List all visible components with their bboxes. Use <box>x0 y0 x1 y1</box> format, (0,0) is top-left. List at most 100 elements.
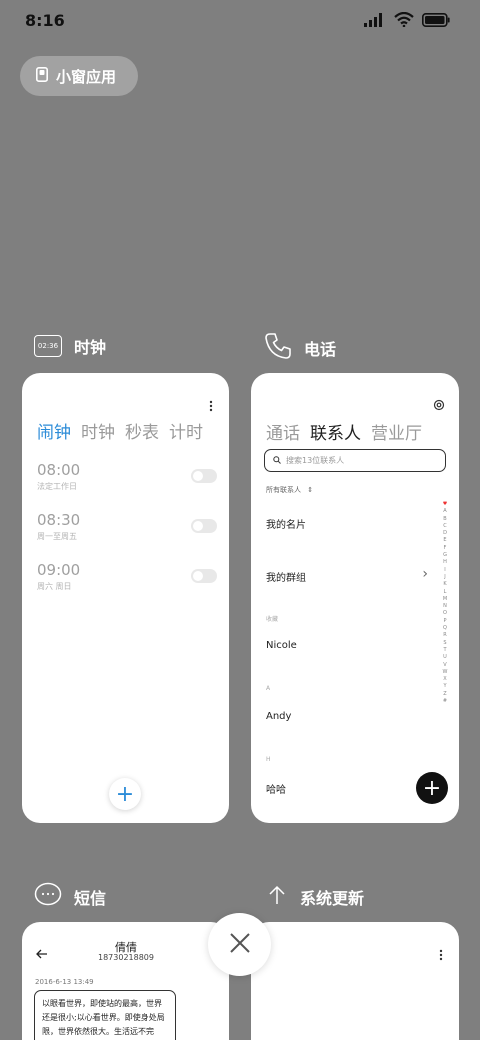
alphabet-index-letter[interactable]: U <box>441 654 449 661</box>
signal-icon <box>364 12 386 31</box>
alphabet-index-letter[interactable]: V <box>441 662 449 669</box>
filter-label: 所有联系人 <box>266 486 301 494</box>
alphabet-index-letter[interactable]: F <box>441 545 449 552</box>
tab-timer[interactable]: 计时 <box>169 418 203 443</box>
alphabet-index-letter[interactable]: Z <box>441 691 449 698</box>
sms-app-header: 短信 <box>34 882 106 912</box>
alarm-toggle[interactable] <box>191 469 217 483</box>
tab-contacts[interactable]: 联系人 <box>310 419 361 444</box>
contact-filter[interactable]: 所有联系人 ⇕ <box>266 485 313 495</box>
phone-tabs: 通话 联系人 营业厅 <box>266 419 422 444</box>
sort-icon: ⇕ <box>307 486 314 494</box>
my-card-item[interactable]: 我的名片 <box>266 516 306 531</box>
clock-app-title: 时钟 <box>74 338 107 357</box>
alarm-time: 08:00 <box>37 461 81 479</box>
phone-icon <box>264 332 292 364</box>
alphabet-index-letter[interactable]: ♥ <box>441 501 449 508</box>
alphabet-index-letter[interactable]: M <box>441 596 449 603</box>
alphabet-index-letter[interactable]: K <box>441 581 449 588</box>
sms-app-title: 短信 <box>74 889 107 908</box>
alphabet-index-letter[interactable]: D <box>441 530 449 537</box>
alphabet-index-letter[interactable]: H <box>441 559 449 566</box>
phone-app-title: 电话 <box>304 340 337 359</box>
section-label: 收藏 <box>266 616 279 623</box>
phone-app-header: 电话 <box>264 332 336 364</box>
message-icon <box>34 882 62 912</box>
alphabet-index-letter[interactable]: Y <box>441 683 449 690</box>
message-date: 2016-6-13 13:49 <box>35 978 94 986</box>
contact-item[interactable]: Nicole <box>266 640 297 651</box>
clear-all-button[interactable] <box>208 913 271 976</box>
alarm-time: 08:30 <box>37 511 81 529</box>
alphabet-index-letter[interactable]: S <box>441 640 449 647</box>
alphabet-index-letter[interactable]: O <box>441 610 449 617</box>
update-app-title: 系统更新 <box>300 889 365 908</box>
alphabet-index-letter[interactable]: T <box>441 647 449 654</box>
alphabet-index-letter[interactable]: # <box>441 698 449 705</box>
search-placeholder: 搜索13位联系人 <box>286 456 345 465</box>
clock-app-header: 02:36 时钟 <box>34 334 106 358</box>
wifi-icon <box>394 11 414 31</box>
section-label: A <box>266 685 271 692</box>
alphabet-index-letter[interactable]: G <box>441 552 449 559</box>
alphabet-index-letter[interactable]: I <box>441 567 449 574</box>
clock-tabs: 闹钟 时钟 秒表 计时 <box>37 418 203 443</box>
add-contact-button[interactable]: + <box>416 772 448 804</box>
search-icon <box>273 455 281 466</box>
alphabet-index-letter[interactable]: N <box>441 603 449 610</box>
alphabet-index-letter[interactable]: J <box>441 574 449 581</box>
chevron-right-icon: › <box>422 566 428 582</box>
sms-card[interactable]: 倩倩 18730218809 2016-6-13 13:49 以眼看世界，即使站… <box>22 922 229 1040</box>
alarm-time: 09:00 <box>37 561 81 579</box>
status-bar: 8:16 <box>0 0 480 42</box>
add-alarm-button[interactable]: + <box>109 778 141 810</box>
update-app-header: 系统更新 <box>266 884 364 910</box>
alarm-item[interactable]: 08:30 周一至周五 <box>37 511 217 542</box>
update-card[interactable] <box>251 922 459 1040</box>
alarm-repeat: 周六 周日 <box>37 582 72 591</box>
tab-calls[interactable]: 通话 <box>266 419 300 444</box>
alarm-repeat: 法定工作日 <box>37 482 77 491</box>
conversation-contact-number: 18730218809 <box>98 953 154 962</box>
contact-item[interactable]: 哈哈 <box>266 781 286 796</box>
alphabet-index-letter[interactable]: X <box>441 676 449 683</box>
alarm-item[interactable]: 08:00 法定工作日 <box>37 461 217 492</box>
alphabet-index-letter[interactable]: E <box>441 537 449 544</box>
tab-clock[interactable]: 时钟 <box>81 418 115 443</box>
status-time: 8:16 <box>25 11 65 30</box>
alphabet-index-letter[interactable]: B <box>441 516 449 523</box>
alphabet-index-letter[interactable]: R <box>441 632 449 639</box>
tab-service[interactable]: 营业厅 <box>371 419 422 444</box>
alphabet-index-letter[interactable]: P <box>441 618 449 625</box>
small-window-label: 小窗应用 <box>56 67 117 86</box>
alarm-toggle[interactable] <box>191 569 217 583</box>
battery-icon <box>422 12 450 31</box>
small-window-apps-button[interactable]: 小窗应用 <box>20 56 138 96</box>
status-icons <box>364 11 450 31</box>
alarm-toggle[interactable] <box>191 519 217 533</box>
alarm-repeat: 周一至周五 <box>37 532 77 541</box>
more-icon[interactable] <box>209 397 213 416</box>
contact-search-input[interactable]: 搜索13位联系人 <box>264 449 446 472</box>
upload-arrow-icon <box>266 884 288 910</box>
alphabet-index-letter[interactable]: A <box>441 508 449 515</box>
section-label: H <box>266 756 271 763</box>
small-window-icon <box>36 66 48 86</box>
alarm-item[interactable]: 09:00 周六 周日 <box>37 561 217 592</box>
alphabet-index-letter[interactable]: W <box>441 669 449 676</box>
tab-alarm[interactable]: 闹钟 <box>37 418 71 443</box>
alphabet-index[interactable]: ♥ A B C D E F G H I J K L M N O P Q R S T U V W X Y Z # <box>441 501 449 705</box>
close-icon <box>229 932 251 958</box>
alphabet-index-letter[interactable]: Q <box>441 625 449 632</box>
settings-icon[interactable] <box>433 396 445 415</box>
phone-card[interactable]: 通话 联系人 营业厅 搜索13位联系人 所有联系人 ⇕ 我的名片 我的群组 › … <box>251 373 459 823</box>
message-bubble: 以眼看世界，即使站的最高，世界还是很小;以心看世界。即使身处局限，世界依然很大。… <box>34 990 176 1040</box>
alphabet-index-letter[interactable]: C <box>441 523 449 530</box>
contact-item[interactable]: Andy <box>266 711 291 722</box>
my-groups-item[interactable]: 我的群组 › <box>266 566 428 584</box>
tab-stopwatch[interactable]: 秒表 <box>125 418 159 443</box>
alphabet-index-letter[interactable]: L <box>441 589 449 596</box>
clock-card[interactable]: 闹钟 时钟 秒表 计时 08:00 法定工作日 08:30 周一至周五 09:0… <box>22 373 229 823</box>
clock-app-icon: 02:36 <box>34 335 62 357</box>
more-icon[interactable] <box>439 946 443 965</box>
